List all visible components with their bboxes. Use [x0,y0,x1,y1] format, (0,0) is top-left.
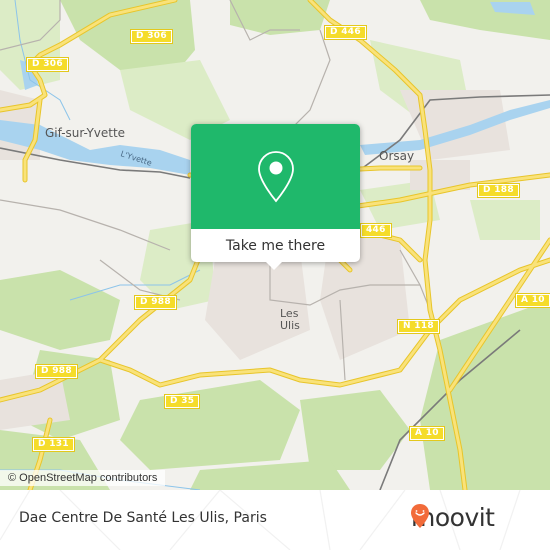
road-label-d306: D 306 [130,29,173,44]
popup-header [191,124,360,229]
map-attribution[interactable]: © OpenStreetMap contributors [0,470,166,486]
road-label-n118: N 118 [397,319,440,334]
road-label-a10: A 10 [409,426,445,441]
place-label-les-ulis: Les Ulis [280,308,300,332]
popup-tail [266,262,282,270]
road-label-d988: D 988 [35,364,78,379]
take-me-there-button[interactable]: Take me there [191,229,360,262]
place-label-ulis: Ulis [280,319,300,332]
map[interactable]: Gif-sur-Yvette Orsay Les Ulis L'Yvette D… [0,0,550,490]
road-label-d35: D 35 [163,394,201,409]
location-pin-icon [257,150,294,202]
road-label-d306: D 306 [26,57,69,72]
footer: Dae Centre De Santé Les Ulis, Paris moov… [0,490,550,550]
road-label-d131: D 131 [32,437,75,452]
place-label-gif-sur-yvette: Gif-sur-Yvette [45,126,126,140]
road-label-a10: A 10 [515,293,550,308]
road-label-d188: D 188 [477,183,520,198]
road-label-d988: D 988 [134,295,177,310]
road-label-d446: D 446 [324,25,367,40]
location-popup[interactable]: Take me there [191,124,360,270]
road-label-d446: 446 [360,223,392,238]
moovit-logo[interactable]: moovit [410,503,495,532]
place-title: Dae Centre De Santé Les Ulis, Paris [19,510,267,526]
moovit-smiley-pin-icon [411,504,429,528]
place-label-orsay: Orsay [379,149,415,163]
